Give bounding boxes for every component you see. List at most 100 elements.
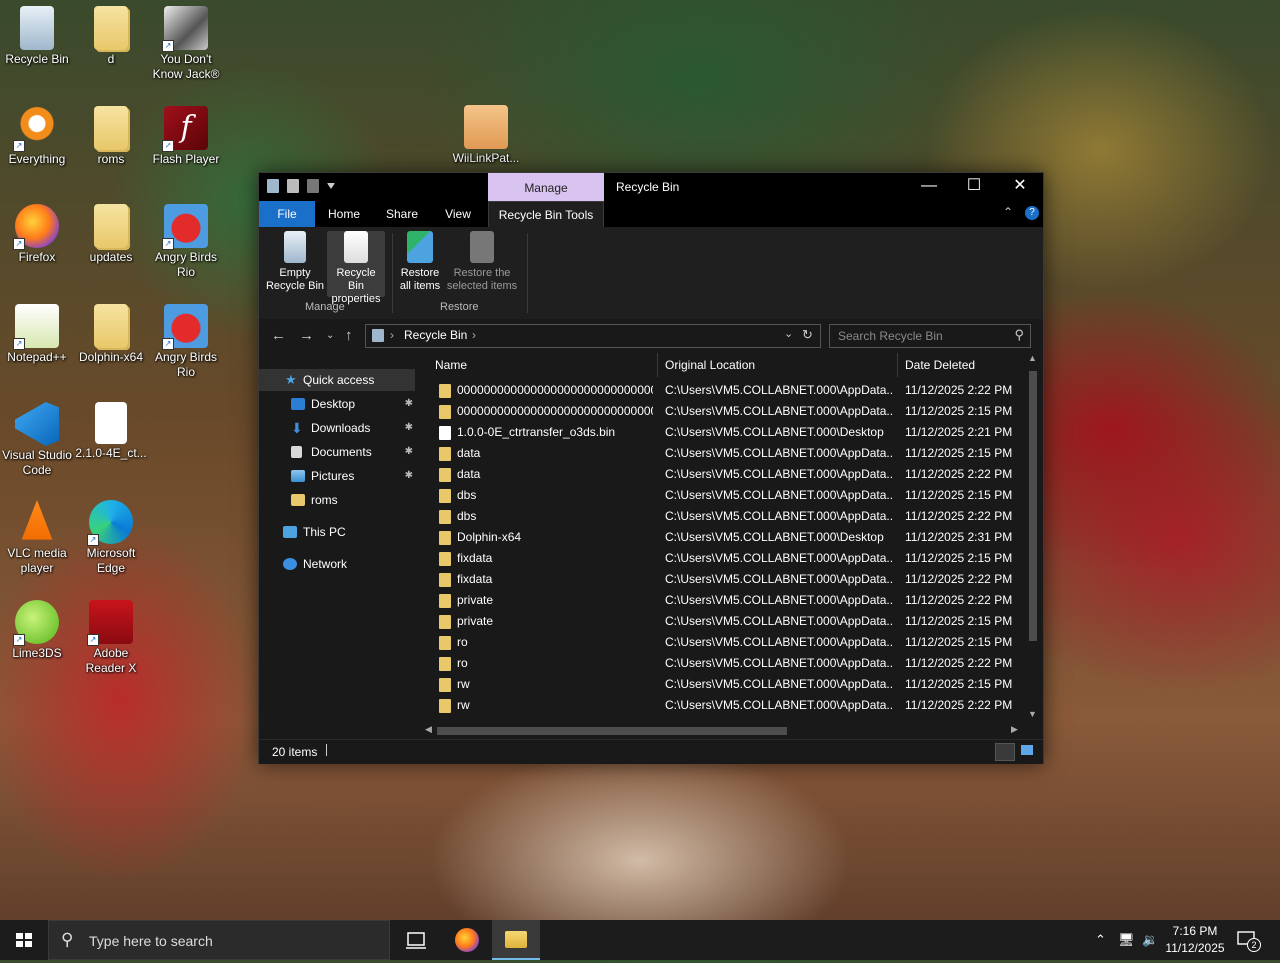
- desktop-icon-flash-player[interactable]: f ↗ Flash Player: [149, 102, 223, 167]
- restore-selected-items-button[interactable]: Restore the selected items: [445, 231, 519, 293]
- new-folder-qat-icon[interactable]: [307, 179, 319, 193]
- back-button[interactable]: ←: [271, 327, 286, 344]
- up-button[interactable]: ↑: [345, 327, 353, 344]
- scroll-up-icon[interactable]: ▲: [1028, 353, 1037, 363]
- empty-recycle-bin-button[interactable]: Empty Recycle Bin: [263, 231, 327, 293]
- search-icon[interactable]: ⚲: [1014, 327, 1024, 343]
- pin-icon[interactable]: ✱: [405, 417, 413, 439]
- tab-share[interactable]: Share: [377, 201, 427, 227]
- table-row[interactable]: dbs C:\Users\VM5.COLLABNET.000\AppData...…: [421, 506, 1033, 527]
- breadcrumb-chevron-icon[interactable]: ›: [472, 328, 476, 342]
- desktop-icon-firefox[interactable]: ↗ Firefox: [0, 200, 74, 265]
- pin-icon[interactable]: ✱: [405, 465, 413, 487]
- start-button[interactable]: [0, 920, 48, 960]
- table-row[interactable]: rw C:\Users\VM5.COLLABNET.000\AppData... 1…: [421, 674, 1033, 695]
- title-bar[interactable]: Manage Recycle Bin — ☐ ✕: [259, 173, 1043, 201]
- taskbar-file-explorer[interactable]: [492, 920, 540, 960]
- table-row[interactable]: private C:\Users\VM5.COLLABNET.000\AppDat…: [421, 590, 1033, 611]
- help-icon[interactable]: ?: [1025, 206, 1039, 220]
- network-tray-icon[interactable]: 🖥: [1118, 932, 1135, 948]
- large-icons-view-icon[interactable]: [1021, 745, 1033, 755]
- desktop-icon-lime3ds[interactable]: ↗ Lime3DS: [0, 596, 74, 661]
- desktop-icon-adobe-reader[interactable]: ↗ Adobe Reader X: [74, 596, 148, 676]
- scroll-right-icon[interactable]: ▶: [1011, 724, 1018, 735]
- restore-all-items-button[interactable]: Restore all items: [397, 231, 443, 293]
- tab-view[interactable]: View: [433, 201, 483, 227]
- desktop-icon-folder-updates[interactable]: updates: [74, 200, 148, 265]
- task-view-button[interactable]: [392, 920, 440, 960]
- nav-item-desktop[interactable]: Desktop ✱: [259, 393, 415, 415]
- tab-home[interactable]: Home: [319, 201, 369, 227]
- column-header-original-location[interactable]: Original Location: [665, 353, 893, 377]
- desktop-icon-ydkj[interactable]: ↗ You Don't Know Jack®: [149, 2, 223, 82]
- collapse-ribbon-icon[interactable]: ⌃: [1003, 205, 1013, 219]
- horizontal-scroll-thumb[interactable]: [437, 727, 787, 735]
- properties-qat-icon[interactable]: [287, 179, 299, 193]
- qat-dropdown-icon[interactable]: [327, 183, 335, 189]
- desktop-icon-recycle-bin[interactable]: Recycle Bin: [0, 2, 74, 67]
- table-row[interactable]: fixdata C:\Users\VM5.COLLABNET.000\AppDat…: [421, 569, 1033, 590]
- recycle-bin-properties-button[interactable]: Recycle Bin properties: [327, 231, 385, 305]
- desktop-icon-folder-dolphin[interactable]: Dolphin-x64: [74, 300, 148, 365]
- table-row[interactable]: 00000000000000000000000000000000 C:\Users…: [421, 401, 1033, 422]
- tab-manage-context[interactable]: Manage: [488, 173, 604, 201]
- column-divider[interactable]: [897, 353, 898, 377]
- desktop-icon-notepadpp[interactable]: ↗ Notepad++: [0, 300, 74, 365]
- desktop-icon-folder-d[interactable]: d: [74, 2, 148, 67]
- horizontal-scrollbar[interactable]: ◀ ▶: [421, 723, 1025, 739]
- vertical-scrollbar[interactable]: ▲ ▼: [1025, 353, 1041, 723]
- nav-item-documents[interactable]: Documents ✱: [259, 441, 415, 463]
- table-row[interactable]: ro C:\Users\VM5.COLLABNET.000\AppData... 1…: [421, 632, 1033, 653]
- nav-item-downloads[interactable]: ⬇ Downloads ✱: [259, 417, 415, 439]
- desktop-icon-edge[interactable]: ↗ Microsoft Edge: [74, 496, 148, 576]
- table-row[interactable]: data C:\Users\VM5.COLLABNET.000\AppData..…: [421, 443, 1033, 464]
- breadcrumb[interactable]: Recycle Bin: [404, 328, 467, 342]
- desktop-icon-everything[interactable]: ↗ Everything: [0, 102, 74, 167]
- nav-item-roms[interactable]: roms: [259, 489, 415, 511]
- forward-button[interactable]: →: [299, 327, 314, 344]
- recent-locations-dropdown[interactable]: ⌄: [326, 330, 334, 341]
- refresh-icon[interactable]: ↻: [802, 327, 813, 343]
- desktop-icon-file-210[interactable]: 2.1.0-4E_ct...: [74, 398, 148, 461]
- scroll-down-icon[interactable]: ▼: [1028, 709, 1037, 719]
- tab-recycle-bin-tools[interactable]: Recycle Bin Tools: [488, 201, 604, 228]
- maximize-button[interactable]: ☐: [951, 173, 997, 201]
- nav-item-this-pc[interactable]: This PC: [259, 521, 415, 543]
- taskbar-firefox[interactable]: [443, 920, 491, 960]
- nav-item-network[interactable]: Network: [259, 553, 415, 575]
- details-view-icon[interactable]: [995, 743, 1015, 761]
- table-row[interactable]: dbs C:\Users\VM5.COLLABNET.000\AppData...…: [421, 485, 1033, 506]
- desktop-icon-wiilinkpat[interactable]: WiiLinkPat...: [449, 101, 523, 166]
- scroll-left-icon[interactable]: ◀: [425, 724, 432, 735]
- table-row[interactable]: Dolphin-x64 C:\Users\VM5.COLLABNET.000\De…: [421, 527, 1033, 548]
- column-header-name[interactable]: Name: [435, 353, 655, 377]
- pin-icon[interactable]: ✱: [405, 393, 413, 415]
- table-row[interactable]: 00000000000000000000000000000000 C:\Users…: [421, 380, 1033, 401]
- clock[interactable]: 7:16 PM 11/12/2025: [1160, 923, 1230, 957]
- nav-item-quick-access[interactable]: ★ Quick access: [259, 369, 415, 391]
- column-divider[interactable]: [657, 353, 658, 377]
- table-row[interactable]: ro C:\Users\VM5.COLLABNET.000\AppData... 1…: [421, 653, 1033, 674]
- desktop-icon-folder-roms[interactable]: roms: [74, 102, 148, 167]
- desktop-icon-vscode[interactable]: Visual Studio Code: [0, 398, 74, 478]
- pin-icon[interactable]: ✱: [405, 441, 413, 463]
- address-bar[interactable]: › Recycle Bin › ⌄ ↻: [365, 324, 821, 348]
- table-row[interactable]: 1.0.0-0E_ctrtransfer_o3ds.bin C:\Users\VM…: [421, 422, 1033, 443]
- vertical-scroll-thumb[interactable]: [1029, 371, 1037, 641]
- desktop-icon-vlc[interactable]: VLC media player: [0, 496, 74, 576]
- taskbar-search-input[interactable]: Type here to search: [89, 933, 213, 949]
- close-button[interactable]: ✕: [997, 173, 1043, 201]
- search-box[interactable]: Search Recycle Bin ⚲: [829, 324, 1031, 348]
- nav-item-pictures[interactable]: Pictures ✱: [259, 465, 415, 487]
- action-center-button[interactable]: 2: [1236, 930, 1261, 952]
- volume-icon[interactable]: 🔉: [1142, 932, 1158, 948]
- show-hidden-icons-button[interactable]: ⌃: [1095, 932, 1106, 948]
- column-header-date-deleted[interactable]: Date Deleted: [905, 353, 1025, 377]
- minimize-button[interactable]: —: [906, 173, 952, 201]
- tab-file[interactable]: File: [259, 201, 315, 227]
- desktop-icon-angry-birds-2[interactable]: ↗ Angry Birds Rio: [149, 300, 223, 380]
- table-row[interactable]: rw C:\Users\VM5.COLLABNET.000\AppData... 1…: [421, 695, 1033, 716]
- search-input[interactable]: Search Recycle Bin: [838, 329, 943, 343]
- taskbar-search-box[interactable]: ⚲ Type here to search: [48, 920, 390, 960]
- table-row[interactable]: fixdata C:\Users\VM5.COLLABNET.000\AppDat…: [421, 548, 1033, 569]
